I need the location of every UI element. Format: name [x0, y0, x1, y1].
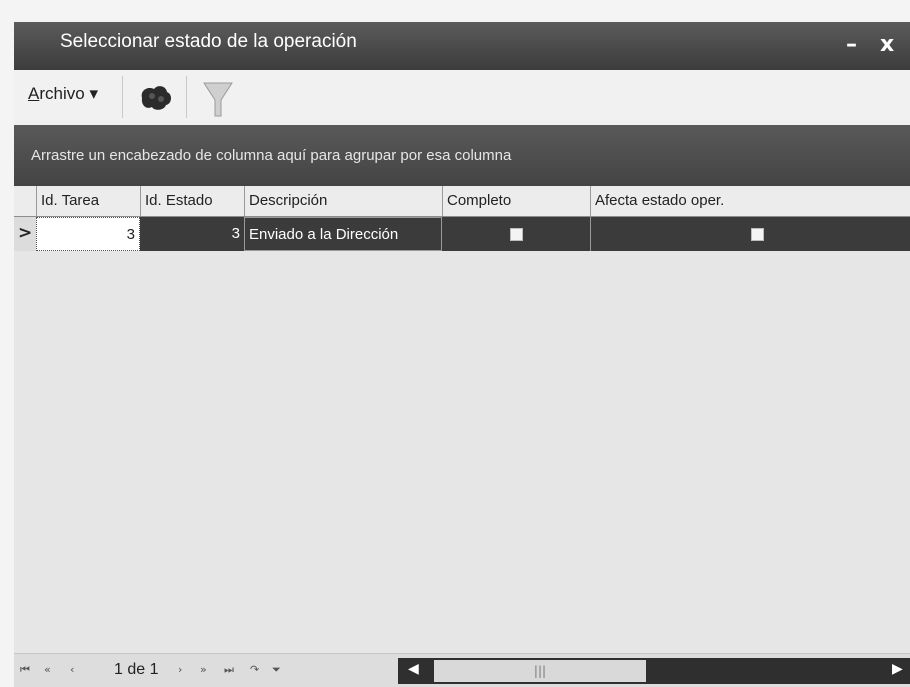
afecta-estado-checkbox[interactable] [751, 228, 764, 241]
scrollbar-grip-icon: ||| [533, 664, 547, 678]
completo-checkbox[interactable] [510, 228, 523, 241]
row-selector-icon: > [18, 223, 33, 243]
archivo-menu-button[interactable]: Archivo ▾ [28, 84, 98, 104]
grid-header: Id. Tarea Id. Estado Descripción Complet… [14, 186, 910, 217]
horizontal-scrollbar[interactable]: ◀ ||| ▶ [398, 658, 910, 684]
filter-funnel-icon[interactable] [198, 80, 238, 117]
next-page-icon[interactable]: » [200, 663, 207, 676]
column-header-id-estado[interactable]: Id. Estado [140, 186, 244, 216]
refresh-blob-icon[interactable] [136, 80, 176, 116]
refresh-icon[interactable]: ↷ [250, 663, 259, 676]
cell-id-estado[interactable]: 3 [140, 217, 244, 251]
row-indicator-cell: > [14, 217, 36, 251]
dialog-window: Seleccionar estado de la operación – x A… [14, 22, 910, 687]
toolbar-divider [186, 76, 187, 118]
cell-completo[interactable] [442, 217, 590, 251]
archivo-mnemonic: A [28, 84, 40, 103]
grid-empty-area [14, 251, 910, 653]
minimize-button[interactable]: – [846, 32, 857, 57]
last-record-icon[interactable]: ⏭ [224, 663, 234, 677]
cell-descripcion[interactable]: Enviado a la Dirección [244, 217, 442, 251]
column-header-descripcion[interactable]: Descripción [244, 186, 442, 216]
title-bar[interactable]: Seleccionar estado de la operación – x [14, 22, 910, 70]
cell-afecta-estado[interactable] [590, 217, 910, 251]
close-button[interactable]: x [880, 32, 894, 57]
scrollbar-thumb[interactable]: ||| [434, 660, 646, 682]
column-header-completo[interactable]: Completo [442, 186, 590, 216]
first-record-icon[interactable]: ⏮ [20, 663, 30, 677]
table-row[interactable]: > 3 3 Enviado a la Dirección [14, 217, 910, 251]
scroll-right-icon[interactable]: ▶ [892, 661, 903, 677]
page-indicator: 1 de 1 [114, 661, 159, 678]
next-record-icon[interactable]: › [178, 663, 182, 676]
group-by-hint: Arrastre un encabezado de columna aquí p… [31, 147, 512, 164]
column-header-id-tarea[interactable]: Id. Tarea [36, 186, 140, 216]
cell-id-tarea[interactable]: 3 [36, 217, 140, 251]
toolbar-divider [122, 76, 123, 118]
grid-navigator: ⏮ « ‹ 1 de 1 › » ⏭ ↷ ⏷ ◀ ||| ▶ [14, 653, 910, 687]
previous-page-icon[interactable]: « [44, 663, 51, 676]
group-by-panel[interactable]: Arrastre un encabezado de columna aquí p… [14, 125, 910, 186]
archivo-label: rchivo [39, 84, 85, 103]
window-title: Seleccionar estado de la operación [60, 31, 357, 52]
column-header-afecta-estado[interactable]: Afecta estado oper. [590, 186, 910, 216]
scroll-left-icon[interactable]: ◀ [408, 661, 419, 677]
filter-icon[interactable]: ⏷ [272, 663, 281, 677]
chevron-down-icon: ▾ [89, 84, 98, 103]
previous-record-icon[interactable]: ‹ [70, 663, 74, 676]
toolbar: Archivo ▾ [14, 70, 910, 126]
